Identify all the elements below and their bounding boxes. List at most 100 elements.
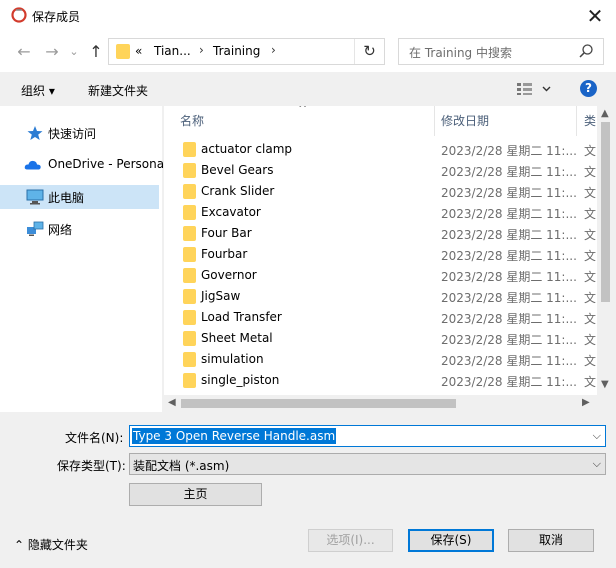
computer-icon (26, 189, 44, 205)
refresh-icon[interactable]: ↻ (354, 39, 384, 64)
file-date: 2023/2/28 星期二 11:... (441, 375, 577, 389)
scroll-left-icon[interactable]: ◀ (168, 397, 176, 408)
folder-icon (183, 226, 196, 241)
file-row[interactable]: Four Bar 2023/2/28 星期二 11:... 文 (164, 223, 597, 244)
up-arrow-icon[interactable]: ↑ (84, 40, 108, 64)
file-date: 2023/2/28 星期二 11:... (441, 270, 577, 284)
column-divider[interactable] (576, 106, 577, 136)
scroll-down-icon[interactable]: ▼ (601, 379, 609, 390)
folder-icon (116, 44, 130, 59)
file-type: 文 (584, 333, 597, 347)
file-row[interactable]: actuator clamp 2023/2/28 星期二 11:... 文 (164, 139, 597, 160)
column-header-type[interactable]: 类 (584, 112, 596, 129)
horizontal-scroll-thumb[interactable] (181, 399, 456, 408)
new-folder-button[interactable]: 新建文件夹 (88, 82, 148, 99)
back-arrow-icon[interactable]: ← (12, 40, 36, 64)
file-type: 文 (584, 270, 597, 284)
file-name: simulation (201, 352, 264, 366)
scroll-right-icon[interactable]: ▶ (582, 397, 590, 408)
recent-locations-chevron-icon[interactable]: ⌄ (62, 40, 86, 64)
save-button[interactable]: 保存(S) (408, 529, 494, 552)
filetype-select[interactable]: 装配文档 (*.asm) ⌵ (129, 453, 606, 475)
filename-field[interactable]: Type 3 Open Reverse Handle.asm ⌵ (129, 425, 606, 447)
sidebar-item-label: OneDrive - Personal (48, 157, 168, 171)
file-date: 2023/2/28 星期二 11:... (441, 165, 577, 179)
search-box[interactable]: 在 Training 中搜索 (398, 38, 604, 65)
scroll-up-icon[interactable]: ▲ (601, 108, 609, 119)
file-row[interactable]: Load Transfer 2023/2/28 星期二 11:... 文 (164, 307, 597, 328)
file-row[interactable]: Governor 2023/2/28 星期二 11:... 文 (164, 265, 597, 286)
file-name: Four Bar (201, 226, 252, 240)
file-type: 文 (584, 354, 597, 368)
search-placeholder: 在 Training 中搜索 (409, 46, 512, 60)
view-options-icon[interactable] (516, 82, 552, 96)
file-row[interactable]: Sheet Metal 2023/2/28 星期二 11:... 文 (164, 328, 597, 349)
file-name: Crank Slider (201, 184, 275, 198)
sidebar-item-this-pc[interactable]: 此电脑 (0, 185, 159, 209)
sidebar-item-label: 网络 (48, 223, 73, 237)
file-type: 文 (584, 186, 597, 200)
file-name: Sheet Metal (201, 331, 273, 345)
file-date: 2023/2/28 星期二 11:... (441, 186, 577, 200)
column-divider[interactable] (434, 106, 435, 136)
organize-menu[interactable]: 组织 ▾ (21, 82, 55, 99)
column-header-name[interactable]: 名称 (180, 112, 204, 129)
folder-icon (183, 184, 196, 199)
breadcrumb-chevron-icon[interactable]: › (199, 43, 204, 57)
horizontal-scrollbar[interactable]: ◀ ▶ (164, 395, 597, 412)
options-button[interactable]: 选项(I)... (308, 529, 393, 552)
forward-arrow-icon[interactable]: → (40, 40, 64, 64)
sidebar-item-network[interactable]: 网络 (0, 217, 159, 241)
filetype-value: 装配文档 (*.asm) (133, 459, 230, 473)
chevron-down-icon[interactable]: ⌵ (593, 429, 601, 443)
file-type: 文 (584, 144, 597, 158)
window-title: 保存成员 (32, 10, 81, 24)
file-name: Excavator (201, 205, 261, 219)
address-bar[interactable]: « Tian... › Training › ↻ (108, 38, 385, 65)
file-name: single_piston (201, 373, 280, 387)
folder-icon (183, 289, 196, 304)
search-icon[interactable] (578, 43, 594, 59)
filename-label: 文件名(N): (65, 431, 124, 445)
home-button[interactable]: 主页 (129, 483, 262, 506)
file-row[interactable]: Excavator 2023/2/28 星期二 11:... 文 (164, 202, 597, 223)
chevron-down-icon[interactable]: ⌵ (593, 457, 601, 471)
hide-folders-label: 隐藏文件夹 (27, 538, 88, 552)
breadcrumb-item[interactable]: Training (213, 44, 260, 58)
file-type: 文 (584, 375, 597, 389)
breadcrumb-item[interactable]: Tian... (154, 44, 191, 58)
filename-value: Type 3 Open Reverse Handle.asm (132, 428, 337, 444)
file-row[interactable]: Bevel Gears 2023/2/28 星期二 11:... 文 (164, 160, 597, 181)
hide-folders-toggle[interactable]: ⌃ 隐藏文件夹 (14, 536, 88, 553)
file-row[interactable]: JigSaw 2023/2/28 星期二 11:... 文 (164, 286, 597, 307)
sidebar-item-quick-access[interactable]: 快速访问 (0, 121, 159, 145)
sidebar-item-label: 此电脑 (48, 191, 85, 205)
navigation-bar: ← → ⌄ ↑ « Tian... › Training › ↻ 在 Train… (0, 32, 616, 72)
vertical-scroll-thumb[interactable] (601, 122, 610, 302)
cancel-button[interactable]: 取消 (508, 529, 594, 552)
sidebar-item-onedrive[interactable]: OneDrive - Personal (0, 153, 167, 177)
file-row[interactable]: simulation 2023/2/28 星期二 11:... 文 (164, 349, 597, 370)
file-type: 文 (584, 291, 597, 305)
file-name: actuator clamp (201, 142, 293, 156)
file-date: 2023/2/28 星期二 11:... (441, 207, 577, 221)
breadcrumb-overflow[interactable]: « (135, 44, 142, 58)
file-date: 2023/2/28 星期二 11:... (441, 354, 577, 368)
file-row[interactable]: single_piston 2023/2/28 星期二 11:... 文 (164, 370, 597, 391)
folder-icon (183, 205, 196, 220)
vertical-scrollbar[interactable]: ▲ ▼ (597, 106, 614, 395)
file-type: 文 (584, 249, 597, 263)
breadcrumb-chevron-icon[interactable]: › (271, 43, 276, 57)
file-row[interactable]: Fourbar 2023/2/28 星期二 11:... 文 (164, 244, 597, 265)
file-type: 文 (584, 207, 597, 221)
column-header-date[interactable]: 修改日期 (441, 112, 489, 129)
file-name: Bevel Gears (201, 163, 274, 177)
file-date: 2023/2/28 星期二 11:... (441, 228, 577, 242)
file-name: JigSaw (201, 289, 241, 303)
folder-icon (183, 163, 196, 178)
sort-ascending-icon: ^ (298, 106, 308, 115)
file-date: 2023/2/28 星期二 11:... (441, 312, 577, 326)
file-row[interactable]: Crank Slider 2023/2/28 星期二 11:... 文 (164, 181, 597, 202)
close-icon[interactable]: ✕ (582, 3, 608, 29)
help-icon[interactable]: ? (580, 80, 597, 97)
